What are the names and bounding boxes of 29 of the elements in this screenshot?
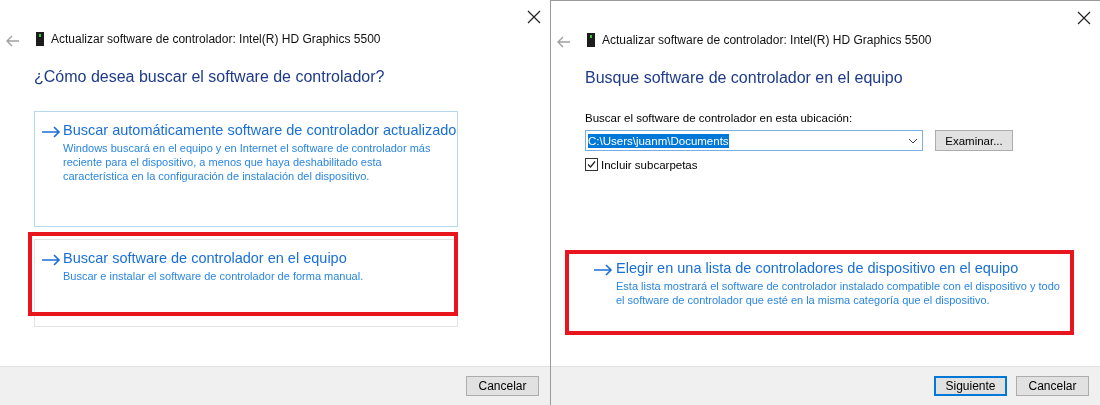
cancel-button[interactable]: Cancelar <box>1016 376 1089 396</box>
next-button[interactable]: Siguiente <box>934 376 1007 396</box>
path-combo-box[interactable]: C:\Users\juanm\Documents <box>585 130 923 151</box>
option-link[interactable]: Buscar software de controlador en el equipo <box>63 250 347 266</box>
dialog-title: Actualizar software de controlador: Intel(R) HD Graphics 5500 <box>51 32 381 46</box>
dialog-title: Actualizar software de controlador: Intel(R) HD Graphics 5500 <box>602 33 932 47</box>
option-link[interactable]: Elegir en una lista de controladores de dispositivo en el equipo <box>616 260 1019 276</box>
browse-button[interactable]: Examinar... <box>935 130 1013 151</box>
arrow-icon <box>41 126 61 138</box>
option-link[interactable]: Buscar automáticamente software de controlador actualizado <box>63 122 457 138</box>
checkbox[interactable] <box>585 158 598 171</box>
back-arrow-icon[interactable] <box>6 33 20 45</box>
back-arrow-icon[interactable] <box>557 34 571 46</box>
page-heading: ¿Cómo desea buscar el software de controlador? <box>34 68 386 86</box>
chevron-down-icon[interactable] <box>908 137 918 144</box>
close-button[interactable] <box>1077 11 1091 25</box>
device-icon <box>36 32 44 46</box>
field-label: Buscar el software de controlador en esta ubicación: <box>585 112 854 124</box>
page-heading: Busque software de controlador en el equipo <box>585 69 904 87</box>
cancel-button[interactable]: Cancelar <box>466 376 539 396</box>
device-icon <box>587 33 595 47</box>
option-description: Windows buscará en el equipo y en Internet el software de controlador más reciente para el dispositivo, a menos que haya deshabilitado esta característica en la configuración de instalación del dispositivo. <box>63 141 432 183</box>
option-description: Buscar e instalar el software de controlador de forma manual. <box>63 269 365 283</box>
arrow-icon <box>41 254 61 266</box>
option-description: Esta lista mostrará el software de controlador instalado compatible con el dispositivo y todo el software de controlador que esté en la misma categoría que el dispositivo. <box>616 279 1061 307</box>
path-text: C:\Users\juanm\Documents <box>588 133 729 148</box>
close-button[interactable] <box>527 10 541 24</box>
arrow-icon <box>593 264 613 276</box>
checkbox-label: Incluir subcarpetas <box>601 158 698 171</box>
